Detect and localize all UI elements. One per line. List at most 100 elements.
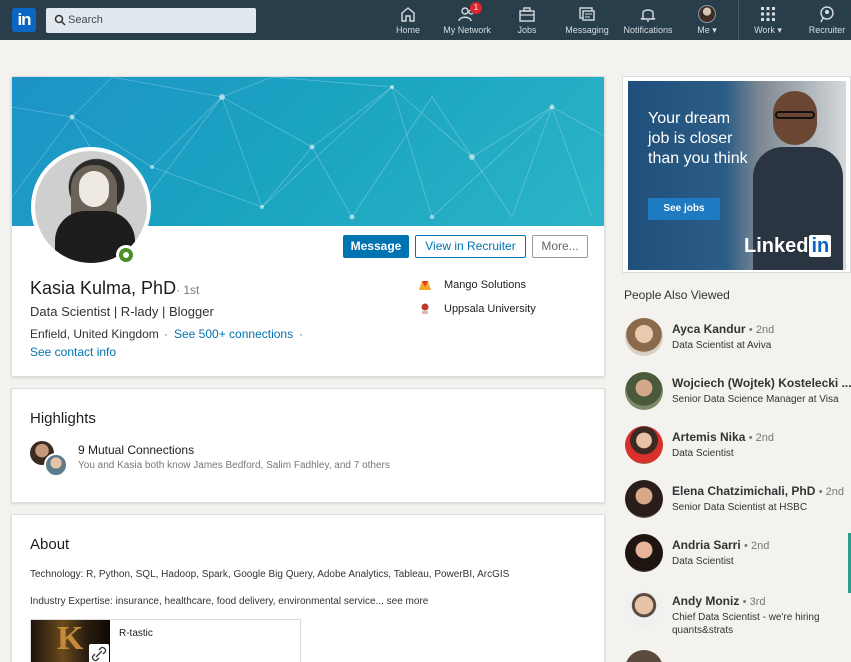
media-letter: K — [57, 620, 84, 657]
link-icon — [89, 644, 109, 662]
ad-image: Your dream job is closer than you think … — [628, 81, 846, 270]
view-in-recruiter-button[interactable]: View in Recruiter — [415, 235, 526, 258]
ad-banner[interactable]: Your dream job is closer than you think … — [622, 76, 851, 273]
profile-headline: Data Scientist | R-lady | Blogger — [30, 304, 214, 319]
search-icon — [54, 14, 66, 26]
nav-me[interactable]: Me ▾ — [694, 3, 720, 39]
person-name-text: Elena Chatzimichali, PhD — [672, 484, 816, 498]
nav-my-network-label: My Network — [443, 25, 491, 35]
avatar — [625, 372, 663, 410]
linkedin-logo-icon[interactable]: in — [12, 8, 36, 32]
nav-jobs-label: Jobs — [517, 25, 537, 35]
person-headline: Data Scientist — [672, 556, 734, 567]
highlights-title: Highlights — [30, 410, 96, 427]
more-button[interactable]: More... — [532, 235, 588, 258]
person-name: Wojciech (Wojtek) Kostelecki ... — [672, 376, 851, 390]
about-card: About Technology: R, Python, SQL, Hadoop… — [11, 514, 605, 662]
person-name-text: Artemis Nika — [672, 430, 746, 444]
person-degree: • 2nd — [818, 486, 844, 498]
org-name: Mango Solutions — [444, 279, 526, 291]
about-title: About — [30, 536, 70, 553]
connection-degree: · 1st — [176, 283, 200, 297]
mutual-avatars[interactable] — [30, 441, 74, 481]
profile-card: Message View in Recruiter More... Kasia … — [11, 76, 605, 377]
nav-home[interactable]: Home — [392, 3, 424, 39]
network-icon: 1 — [458, 2, 482, 23]
nav-notifications-label: Notifications — [623, 25, 673, 35]
nav-recruiter-label: Recruiter — [808, 25, 846, 35]
see-jobs-button[interactable]: See jobs — [648, 198, 720, 220]
messaging-icon — [579, 7, 595, 21]
ad-headline: Your dream job is closer than you think — [648, 110, 748, 167]
person-name: Andria Sarri • 2nd — [672, 538, 769, 552]
person-headline: Senior Data Scientist at HSBC — [672, 502, 808, 513]
glasses-icon — [775, 111, 815, 119]
avatar — [625, 590, 663, 628]
see-more-link[interactable]: ... see more — [376, 596, 429, 607]
ad-brand-text: Linked — [744, 235, 809, 257]
list-item[interactable]: Artemis Nika • 2nd Data Scientist — [624, 426, 851, 470]
person-degree: • 2nd — [748, 432, 774, 444]
profile-name: Kasia Kulma, PhD — [30, 278, 177, 298]
nav-notifications[interactable]: Notifications — [622, 3, 674, 39]
nav-my-network[interactable]: 1 My Network — [441, 2, 493, 39]
mango-logo-icon — [419, 281, 431, 290]
person-name-text: Andy Moniz — [672, 594, 740, 608]
avatar — [625, 650, 663, 662]
search-input[interactable]: Search — [46, 8, 256, 33]
profile-location: Enfield, United Kingdom — [30, 327, 159, 341]
linkedin-wordmark: Linked in — [744, 235, 832, 258]
list-item[interactable]: Andy Moniz • 3rd Chief Data Scientist - … — [624, 590, 851, 636]
avatar — [625, 480, 663, 518]
grid-icon — [761, 7, 775, 21]
about-industry: Industry Expertise: insurance, healthcar… — [30, 596, 428, 607]
contact-info-link[interactable]: See contact info — [30, 345, 116, 359]
nav-jobs[interactable]: Jobs — [515, 3, 539, 39]
nav-messaging-label: Messaging — [565, 25, 609, 35]
people-also-viewed-title: People Also Viewed — [624, 288, 730, 302]
connections-link[interactable]: See 500+ connections — [174, 327, 293, 341]
list-item[interactable]: Elena Chatzimichali, PhD • 2nd Senior Da… — [624, 480, 851, 524]
person-name: Artemis Nika • 2nd — [672, 430, 774, 444]
ad-brand-in: in — [809, 235, 832, 257]
list-item[interactable]: Wojciech (Wojtek) Kostelecki ... Senior … — [624, 372, 851, 416]
nav-me-label: Me ▾ — [697, 25, 717, 35]
recruiter-icon — [820, 6, 834, 23]
avatar — [625, 426, 663, 464]
person-name-text: Andria Sarri — [672, 538, 741, 552]
media-attachment[interactable]: K R-tastic — [30, 619, 301, 662]
mutual-connections-desc: You and Kasia both know James Bedford, S… — [78, 460, 390, 471]
person-headline: Senior Data Science Manager at Visa — [672, 394, 839, 405]
list-item[interactable]: Andria Sarri • 2nd Data Scientist — [624, 534, 851, 578]
nav-work[interactable]: Work ▾ — [751, 3, 785, 39]
person-name: Andy Moniz • 3rd — [672, 594, 765, 608]
org-name: Uppsala University — [444, 303, 536, 315]
search-placeholder: Search — [68, 14, 103, 26]
separator-dot: · — [164, 327, 168, 341]
person-name-text: Wojciech (Wojtek) Kostelecki ... — [672, 376, 851, 390]
nav-messaging[interactable]: Messaging — [565, 3, 609, 39]
person-headline: Data Scientist — [672, 448, 734, 459]
bell-icon — [640, 9, 656, 22]
top-nav: in Search Home 1 My Network Jobs Messagi… — [0, 0, 851, 40]
about-industry-text: Industry Expertise: insurance, healthcar… — [30, 596, 376, 607]
nav-recruiter[interactable]: Recruiter — [808, 3, 846, 39]
message-button[interactable]: Message — [343, 235, 409, 258]
separator-dot: · — [299, 327, 303, 341]
mutual-connections-link[interactable]: 9 Mutual Connections — [78, 443, 194, 457]
person-name: Ayca Kandur • 2nd — [672, 322, 774, 336]
briefcase-icon — [519, 7, 535, 22]
highlights-card: Highlights 9 Mutual Connections You and … — [11, 388, 605, 503]
person-headline: Data Scientist at Aviva — [672, 340, 772, 351]
about-technology: Technology: R, Python, SQL, Hadoop, Spar… — [30, 569, 510, 580]
network-badge: 1 — [470, 2, 482, 14]
list-item[interactable]: Ayca Kandur • 2nd Data Scientist at Aviv… — [624, 318, 851, 362]
person-degree: • 2nd — [748, 324, 775, 336]
person-degree: • 3rd — [742, 596, 766, 608]
uppsala-logo-icon — [421, 303, 429, 314]
person-degree: • 2nd — [744, 540, 770, 552]
person-headline: Chief Data Scientist - we're hiring quan… — [672, 612, 820, 636]
home-icon — [401, 7, 415, 22]
photo-face — [79, 171, 109, 207]
avatar — [44, 453, 68, 477]
